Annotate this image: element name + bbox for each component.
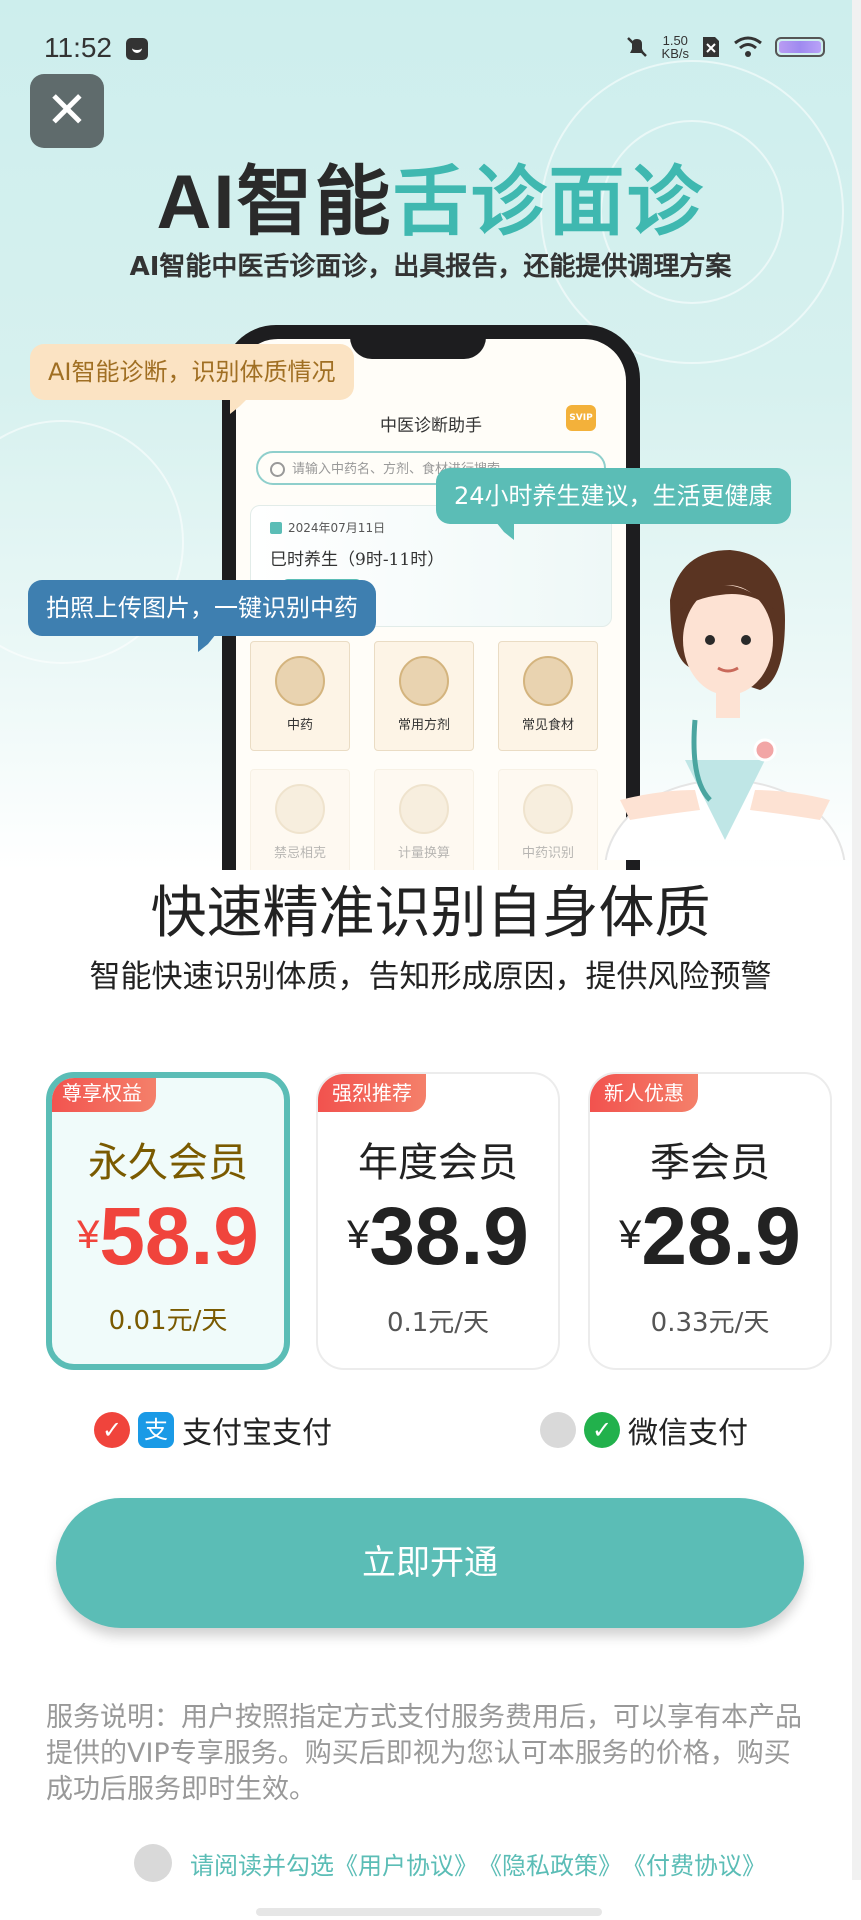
wechat-pay-icon: ✓: [584, 1412, 620, 1448]
document-icon: [399, 656, 449, 706]
payment-agreement-link[interactable]: 《付费协议》: [622, 1846, 766, 1881]
price-amount: 28.9: [641, 1191, 801, 1282]
message-icon: [126, 38, 148, 60]
privacy-policy-link[interactable]: 《隐私政策》: [478, 1846, 622, 1881]
price-currency: ¥: [347, 1213, 370, 1257]
doctor-illustration: [604, 550, 846, 860]
agreement-checkbox[interactable]: [134, 1844, 172, 1882]
wechat-label: 微信支付: [628, 1416, 748, 1451]
plan-tag: 尊享权益: [52, 1078, 156, 1112]
price-amount: 58.9: [99, 1191, 259, 1282]
plan-per-day: 0.1元/天: [386, 1308, 490, 1338]
feature-bubble-photo-upload: 拍照上传图片，一键识别中药: [28, 580, 376, 652]
plan-name: 季会员: [650, 1140, 770, 1186]
activate-now-button[interactable]: 立即开通: [56, 1498, 804, 1628]
net-speed: 1.50 KB/s: [662, 34, 689, 60]
leaf-icon: [523, 656, 573, 706]
phone-tile: 中药识别: [498, 769, 598, 870]
plan-card-quarterly[interactable]: 新人优惠 季会员 ¥28.9 0.33元/天: [588, 1072, 832, 1370]
agreement-row: 请阅读并勾选 《用户协议》 《隐私政策》 《付费协议》: [134, 1844, 766, 1882]
tile-label: 中药: [286, 718, 313, 733]
price-amount: 38.9: [369, 1191, 529, 1282]
status-icons: 1.50 KB/s: [624, 34, 825, 60]
status-bar: 11:52 1.50 KB/s: [0, 0, 861, 100]
tile-label: 计量换算: [397, 846, 450, 861]
plan-price: ¥38.9: [318, 1190, 558, 1284]
mortar-icon: [275, 656, 325, 706]
wifi-icon: [734, 36, 762, 57]
scrollbar[interactable]: [852, 0, 861, 1880]
phone-period: 巳时养生（9时-11时）: [270, 550, 445, 570]
price-currency: ¥: [77, 1213, 100, 1257]
mute-bell-icon: [626, 37, 647, 57]
hero-banner: 中医诊断助手 SVIP 请输入中药名、方剂、食材进行搜索 2024年07月11日…: [0, 0, 861, 870]
tile-label: 中药识别: [521, 846, 574, 861]
section-subtitle: 智能快速识别体质，告知形成原因，提供风险预警: [89, 959, 772, 995]
feature-bubble-diagnosis: AI智能诊断，识别体质情况: [30, 344, 354, 414]
service-note: 服务说明：用户按照指定方式支付服务费用后，可以享有本产品提供的VIP专享服务。购…: [46, 1702, 802, 1805]
home-indicator[interactable]: [256, 1908, 602, 1916]
tile-label: 禁忌相克: [273, 846, 326, 861]
plan-name: 年度会员: [358, 1140, 518, 1186]
calendar-icon: [270, 522, 282, 534]
price-currency: ¥: [619, 1213, 642, 1257]
net-speed-unit: KB/s: [661, 46, 689, 61]
phone-tile: 中药: [250, 641, 350, 751]
alipay-icon: 支: [138, 1412, 174, 1448]
alipay-label: 支付宝支付: [182, 1416, 332, 1451]
payment-option-wechat[interactable]: ✓ 微信支付: [540, 1408, 748, 1452]
sim-off-icon: [703, 37, 719, 57]
plan-per-day: 0.01元/天: [108, 1306, 228, 1336]
phone-tile: 常用方剂: [374, 641, 474, 751]
plan-price: ¥28.9: [590, 1190, 830, 1284]
plan-price: ¥58.9: [52, 1190, 284, 1284]
phone-tile: 常见食材: [498, 641, 598, 751]
section-title: 快速精准识别自身体质: [150, 881, 711, 946]
hero-subtitle: AI智能中医舌诊面诊，出具报告，还能提供调理方案: [129, 252, 732, 282]
close-icon: ✕: [46, 81, 88, 139]
plan-tag: 强烈推荐: [318, 1074, 426, 1112]
user-agreement-link[interactable]: 《用户协议》: [334, 1846, 478, 1881]
plan-card-annual[interactable]: 强烈推荐 年度会员 ¥38.9 0.1元/天: [316, 1072, 560, 1370]
tile-label: 常用方剂: [397, 718, 450, 733]
hero-title-part2: 舌诊面诊: [392, 160, 705, 245]
agreement-prefix: 请阅读并勾选: [190, 1851, 334, 1880]
phone-tile: 禁忌相克: [250, 769, 350, 870]
plan-per-day: 0.33元/天: [650, 1308, 770, 1338]
hero-title: AI智能舌诊面诊: [0, 140, 861, 250]
status-time: 11:52: [44, 32, 112, 63]
battery-icon: [775, 37, 825, 57]
scan-icon: [523, 784, 573, 834]
check-icon: ✓: [94, 1412, 130, 1448]
phone-notch: [350, 325, 486, 359]
plan-card-lifetime[interactable]: 尊享权益 永久会员 ¥58.9 0.01元/天: [46, 1072, 290, 1370]
hero-title-part1: AI智能: [156, 160, 393, 245]
cross-icon: [275, 784, 325, 834]
plan-name: 永久会员: [88, 1140, 248, 1186]
phone-date: 2024年07月11日: [270, 519, 385, 536]
close-button[interactable]: ✕: [30, 74, 104, 148]
feature-bubble-health-advice: 24小时养生建议，生活更健康: [436, 468, 791, 540]
tile-label: 常见食材: [521, 718, 574, 733]
plan-tag: 新人优惠: [590, 1074, 698, 1112]
payment-option-alipay[interactable]: ✓ 支 支付宝支付: [94, 1408, 332, 1452]
phone-date-text: 2024年07月11日: [288, 521, 386, 535]
abacus-icon: [399, 784, 449, 834]
svip-badge: SVIP: [566, 405, 596, 431]
phone-tile: 计量换算: [374, 769, 474, 870]
search-icon: [270, 462, 285, 477]
radio-unchecked-icon: [540, 1412, 576, 1448]
